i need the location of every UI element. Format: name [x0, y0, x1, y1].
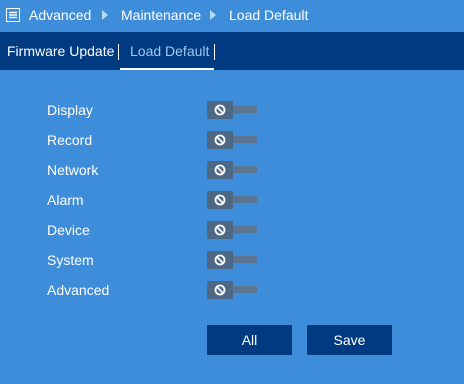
advanced-label: Advanced [47, 282, 110, 298]
toggle-knob [207, 251, 233, 269]
breadcrumb-item-advanced[interactable]: Advanced [29, 7, 91, 23]
breadcrumb-item-load-default: Load Default [229, 7, 309, 23]
disabled-circle-icon [214, 164, 226, 176]
breadcrumb-item-maintenance[interactable]: Maintenance [121, 7, 201, 23]
device-label: Device [47, 222, 90, 238]
device-toggle[interactable] [207, 221, 257, 239]
breadcrumb: Advanced Maintenance Load Default [0, 0, 464, 32]
disabled-circle-icon [214, 104, 226, 116]
disabled-circle-icon [214, 134, 226, 146]
tab-divider [118, 44, 119, 60]
alarm-label: Alarm [47, 192, 84, 208]
network-toggle[interactable] [207, 161, 257, 179]
toggle-knob [207, 221, 233, 239]
all-button[interactable]: All [207, 325, 292, 355]
toggle-knob [207, 161, 233, 179]
tab-divider [214, 44, 215, 60]
record-toggle[interactable] [207, 131, 257, 149]
active-tab-underline [120, 68, 214, 70]
triangle-right-icon [102, 10, 108, 20]
advanced-toggle[interactable] [207, 281, 257, 299]
tab-load-default[interactable]: Load Default [130, 32, 209, 70]
toggle-knob [207, 131, 233, 149]
tab-bar: Firmware Update Load Default [0, 32, 464, 70]
disabled-circle-icon [214, 254, 226, 266]
menu-list-icon[interactable] [6, 8, 20, 22]
toggle-knob [207, 101, 233, 119]
system-label: System [47, 252, 94, 268]
system-toggle[interactable] [207, 251, 257, 269]
tab-firmware-update[interactable]: Firmware Update [7, 32, 114, 70]
network-label: Network [47, 162, 99, 178]
disabled-circle-icon [214, 194, 226, 206]
display-label: Display [47, 102, 93, 118]
display-toggle[interactable] [207, 101, 257, 119]
alarm-toggle[interactable] [207, 191, 257, 209]
record-label: Record [47, 132, 93, 148]
triangle-right-icon [210, 10, 216, 20]
toggle-knob [207, 281, 233, 299]
disabled-circle-icon [214, 284, 226, 296]
save-button[interactable]: Save [307, 325, 392, 355]
disabled-circle-icon [214, 224, 226, 236]
toggle-knob [207, 191, 233, 209]
